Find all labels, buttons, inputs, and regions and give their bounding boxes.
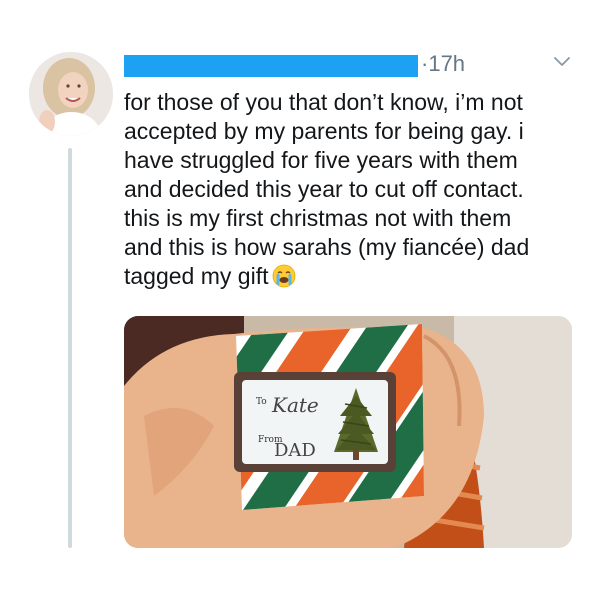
- tweet-line: and this is how sarahs (my fiancée) dad: [124, 234, 530, 260]
- redacted-username: [124, 55, 418, 77]
- thread-connector-line: [68, 148, 72, 548]
- tweet-line: have struggled for five years with them: [124, 147, 518, 173]
- tag-from-name: DAD: [274, 440, 316, 461]
- tweet-body: for those of you that don’t know, i’m no…: [124, 88, 584, 291]
- time-value: 17h: [428, 51, 466, 76]
- tag-to-label: To: [256, 397, 267, 407]
- avatar[interactable]: [29, 52, 113, 136]
- tweet-line: accepted by my parents for being gay. i: [124, 118, 524, 144]
- tweet-line: for those of you that don’t know, i’m no…: [124, 89, 523, 115]
- profile-photo: [29, 52, 113, 136]
- tweet-line-text: tagged my gift: [124, 263, 269, 289]
- gift-tag-photo: To Kate From DAD: [124, 316, 572, 548]
- tag-to-name: Kate: [271, 393, 319, 417]
- tweet-line: and decided this year to cut off contact…: [124, 176, 524, 202]
- tweet-line: this is my first christmas not with them: [124, 205, 512, 231]
- chevron-down-icon[interactable]: [554, 56, 570, 68]
- tweet-line-last: tagged my gift: [124, 262, 584, 291]
- tweet: ·17h for those of you that don’t know, i…: [0, 0, 600, 600]
- tweet-timestamp[interactable]: ·17h: [421, 50, 465, 78]
- attached-photo[interactable]: To Kate From DAD: [124, 316, 572, 548]
- crying-face-emoji-icon: [273, 264, 296, 288]
